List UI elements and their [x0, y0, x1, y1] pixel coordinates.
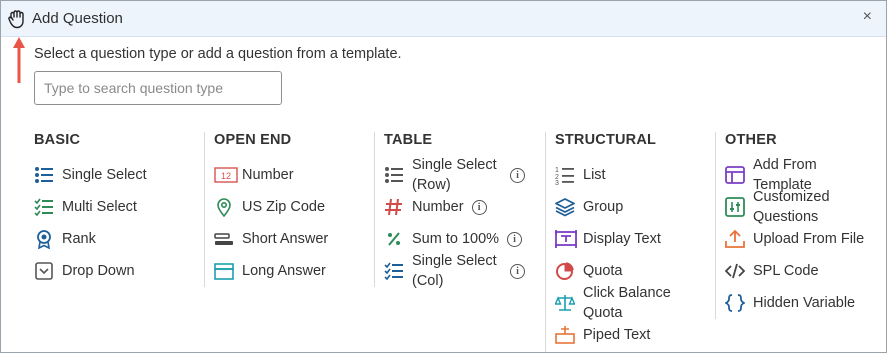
grab-hand-icon[interactable] [7, 9, 29, 29]
option-label: SPL Code [753, 263, 819, 279]
short-answer-option[interactable]: Short Answer [214, 229, 328, 249]
option-label: Long Answer [242, 263, 326, 279]
option-label: Group [583, 199, 624, 215]
long-answer-icon [214, 261, 234, 281]
rank-option[interactable]: Rank [34, 229, 96, 249]
numbered-list-icon: 123 [555, 165, 575, 185]
basic-heading: BASIC [34, 132, 81, 148]
layers-icon [555, 197, 575, 217]
us-zip-code-option[interactable]: US Zip Code [214, 197, 325, 217]
click-balance-quota-option[interactable]: Click Balance Quota [555, 283, 703, 323]
pie-chart-icon [555, 261, 575, 281]
structural-column: STRUCTURAL 123 List Group Display Text Q… [545, 132, 671, 352]
dropdown-icon [34, 261, 54, 281]
table-column: TABLE Single Select (Row) i Number i Sum… [374, 132, 525, 289]
single-select-option[interactable]: Single Select [34, 165, 147, 185]
customized-questions-option[interactable]: Customized Questions [725, 187, 853, 227]
svg-text:12: 12 [221, 171, 231, 181]
info-icon[interactable]: i [471, 199, 487, 215]
display-text-option[interactable]: Display Text [555, 229, 661, 249]
multi-select-option[interactable]: Multi Select [34, 197, 137, 217]
hidden-variable-option[interactable]: Hidden Variable [725, 293, 855, 313]
table-single-select-row-option[interactable]: Single Select (Row) i [384, 155, 525, 195]
close-icon[interactable]: × [863, 9, 872, 25]
table-single-select-col-option[interactable]: Single Select (Col) i [384, 251, 525, 291]
upload-icon [725, 229, 745, 249]
option-label: Short Answer [242, 231, 329, 247]
search-input[interactable] [34, 71, 282, 105]
other-column: OTHER Add From Template Customized Quest… [715, 132, 864, 319]
custom-questions-icon [725, 197, 745, 217]
code-icon [725, 261, 745, 281]
option-label: Sum to 100% [412, 231, 500, 247]
add-question-dialog: Add Question × Select a question type or… [0, 0, 887, 353]
number-box-icon: 12 [214, 165, 238, 185]
info-icon[interactable]: i [510, 263, 525, 279]
map-pin-icon [214, 197, 234, 217]
option-label: Number [242, 167, 294, 183]
dialog-header: Add Question × [1, 1, 886, 37]
svg-text:3: 3 [555, 180, 559, 185]
upload-from-file-option[interactable]: Upload From File [725, 229, 864, 249]
instructions-text: Select a question type or add a question… [34, 46, 402, 62]
group-option[interactable]: Group [555, 197, 623, 217]
sum-to-100-option[interactable]: Sum to 100% i [384, 229, 523, 249]
option-label: Number [412, 199, 464, 215]
structural-heading: STRUCTURAL [555, 132, 657, 148]
short-answer-icon [214, 229, 234, 249]
svg-text:1: 1 [555, 167, 559, 174]
list-bullet-icon [34, 165, 54, 185]
option-label: Customized Questions [753, 189, 830, 225]
table-heading: TABLE [384, 132, 433, 148]
option-label: Single Select (Col) [412, 253, 497, 289]
option-label: Rank [62, 231, 96, 247]
open-end-heading: OPEN END [214, 132, 292, 148]
option-label: US Zip Code [242, 199, 326, 215]
option-label: Click Balance Quota [583, 285, 671, 321]
percent-icon [384, 229, 404, 249]
checklist-icon [34, 197, 54, 217]
display-text-icon [555, 229, 577, 249]
checklist-icon [384, 261, 404, 281]
quota-option[interactable]: Quota [555, 261, 623, 281]
option-label: Display Text [583, 231, 661, 247]
option-label: Drop Down [62, 263, 135, 279]
option-label: List [583, 167, 606, 183]
number-option[interactable]: 12 Number [214, 165, 294, 185]
option-label: Quota [583, 263, 623, 279]
rank-badge-icon [34, 229, 54, 249]
option-label: Upload From File [753, 231, 865, 247]
list-option[interactable]: 123 List [555, 165, 606, 185]
open-end-column: OPEN END 12 Number US Zip Code Short Ans… [204, 132, 328, 287]
dialog-title: Add Question [32, 10, 123, 27]
hash-icon [384, 197, 404, 217]
table-number-option[interactable]: Number i [384, 197, 487, 217]
option-label: Single Select (Row) [412, 157, 497, 193]
template-icon [725, 165, 745, 185]
piped-text-icon [555, 325, 575, 345]
other-heading: OTHER [725, 132, 777, 148]
list-bullet-icon [384, 165, 404, 185]
option-label: Hidden Variable [753, 295, 856, 311]
option-label: Piped Text [583, 327, 651, 343]
piped-text-option[interactable]: Piped Text [555, 325, 650, 345]
drop-down-option[interactable]: Drop Down [34, 261, 135, 281]
balance-scale-icon [555, 293, 575, 313]
spl-code-option[interactable]: SPL Code [725, 261, 819, 281]
option-label: Single Select [62, 167, 147, 183]
braces-icon [725, 293, 745, 313]
long-answer-option[interactable]: Long Answer [214, 261, 326, 281]
option-label: Multi Select [62, 199, 137, 215]
info-icon[interactable]: i [507, 231, 523, 247]
up-arrow-annotation-icon [13, 37, 25, 83]
info-icon[interactable]: i [510, 167, 525, 183]
